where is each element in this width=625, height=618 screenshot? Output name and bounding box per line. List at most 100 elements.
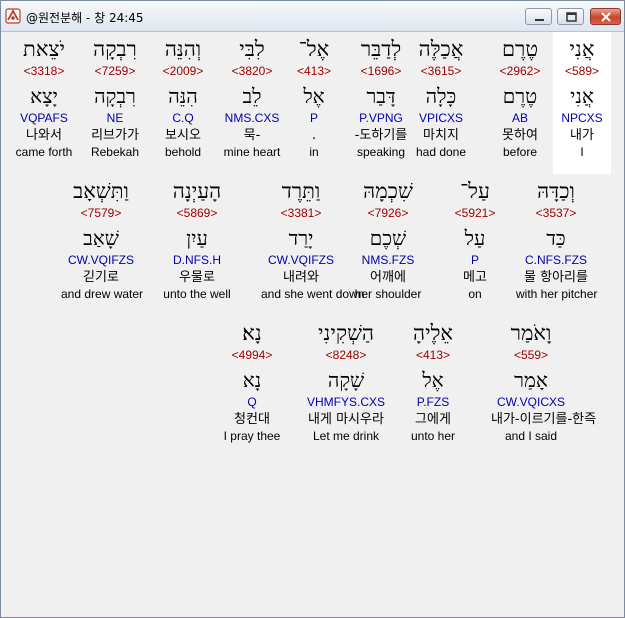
hebrew-word: הַשְׁקִינִי xyxy=(317,321,375,345)
korean-gloss: 긷기로 xyxy=(83,270,119,285)
korean-gloss: 내가-이르기를-한즉 xyxy=(491,412,597,427)
word-column[interactable]: לִבִּי <3820> לֵב NMS.CXS 묵-mine heart xyxy=(212,35,292,160)
word-column[interactable]: אֲנִי <589> אֲנִי NPCXS 내가 I xyxy=(553,32,611,174)
korean-gloss: 보시오 xyxy=(165,128,201,143)
korean-gloss: 어깨에 xyxy=(370,270,406,285)
minimize-button[interactable] xyxy=(525,8,552,25)
lemma-word: אֲנִי xyxy=(570,84,594,108)
lemma-word: לֵב xyxy=(242,84,262,108)
english-gloss: behold xyxy=(164,145,202,159)
korean-gloss: 청컨대 xyxy=(234,412,270,427)
strong-number: <5921> xyxy=(454,206,496,220)
korean-gloss: 묵- xyxy=(243,128,261,143)
korean-gloss: 그에게 xyxy=(415,412,451,427)
english-gloss: before xyxy=(502,145,538,159)
strong-number: <3381> xyxy=(280,206,322,220)
morphology-code: Q xyxy=(247,395,257,409)
word-column[interactable]: הָעַיְנָה <5869> עַיִן D.NFS.H 우물로 unto the w… xyxy=(157,177,237,302)
word-column[interactable]: עַל־ <5921> עַל P 메고 on xyxy=(435,177,515,302)
lemma-word: אָמַר xyxy=(514,368,548,392)
english-gloss: came forth xyxy=(15,145,73,159)
morphology-code: CW.VQIFZS xyxy=(68,253,134,267)
strong-number: <2009> xyxy=(162,64,204,78)
hebrew-word: רִבְקָה xyxy=(93,37,137,61)
morphology-code: CW.VQICXS xyxy=(496,395,565,409)
morphology-code: NMS.CXS xyxy=(224,111,280,125)
korean-gloss: 우물로 xyxy=(179,270,215,285)
word-column[interactable]: הַשְׁקִינִי <8248> שָׁקָה VHMFYS.CXS 내게 마시우라… xyxy=(306,319,386,444)
lemma-word: רִבְקָה xyxy=(94,84,136,108)
strong-number: <8248> xyxy=(325,348,367,362)
morphology-code: AB xyxy=(511,111,528,125)
strong-number: <3537> xyxy=(535,206,577,220)
title-bar[interactable]: @원전분해 - 창 24:45 xyxy=(1,1,624,32)
morphology-code: CW.VQIFZS xyxy=(268,253,334,267)
morphology-code: NMS.FZS xyxy=(361,253,415,267)
hebrew-word: אֵלֶיהָ xyxy=(412,321,453,345)
lemma-word: שָׁאַב xyxy=(83,226,119,250)
korean-gloss: 리브가가 xyxy=(91,128,139,143)
word-column[interactable]: וְהִנֵּה <2009> הִנֵּה C.Q 보시오 behold xyxy=(143,35,223,160)
english-gloss: with her pitcher xyxy=(516,287,598,301)
english-gloss: and drew water xyxy=(61,287,144,301)
word-column[interactable]: וַתִּשְׁאָב <7579> שָׁאַב CW.VQIFZS 긷기로 and d… xyxy=(61,177,144,302)
english-gloss: on xyxy=(468,287,482,301)
strong-number: <559> xyxy=(513,348,549,362)
maximize-button[interactable] xyxy=(557,8,584,25)
english-gloss: Rebekah xyxy=(90,145,140,159)
morphology-code: C.Q xyxy=(172,111,194,125)
english-gloss: Let me drink xyxy=(312,429,380,443)
hebrew-word: יֹצֵאת xyxy=(23,37,65,61)
hebrew-word: וַתִּשְׁאָב xyxy=(73,179,129,203)
app-window: @원전분해 - 창 24:45 אֲנִי <589> אֲנִי NPCXS 내가 I ט… xyxy=(0,0,625,618)
korean-gloss: 내가 xyxy=(570,128,594,143)
word-column[interactable]: וַתֵּרֶד <3381> יָרַד CW.VQIFZS 내려와 and she w… xyxy=(261,177,364,302)
morphology-code: VQPAFS xyxy=(20,111,68,125)
lemma-word: שָׁקָה xyxy=(327,368,365,392)
hebrew-word: אֲנִי xyxy=(569,37,595,61)
morphology-code: D.NFS.H xyxy=(173,253,221,267)
korean-gloss: 메고 xyxy=(463,270,487,285)
hebrew-word: שִׁכְמָהּ xyxy=(363,179,413,203)
hebrew-word: לִבִּי xyxy=(239,37,265,61)
english-gloss: unto the well xyxy=(163,287,231,301)
lemma-word: עַיִן xyxy=(186,226,208,250)
word-column[interactable]: רִבְקָה <7259> רִבְקָה NE 리브가가 Rebekah xyxy=(75,35,155,160)
hebrew-word: טֶרֶם xyxy=(501,37,539,61)
word-column[interactable]: וְכַדָּהּ <3537> כַּד C.NFS.FZS 물 항아리를 with h… xyxy=(516,177,598,302)
window-title: @원전분해 - 창 24:45 xyxy=(26,11,144,25)
word-column[interactable]: וָאֹמַר <559> אָמַר CW.VQICXS 내가-이르기를-한즉 and … xyxy=(491,319,597,444)
hebrew-word: וַתֵּרֶד xyxy=(281,179,321,203)
lemma-word: הִנֵּה xyxy=(168,84,198,108)
strong-number: <2962> xyxy=(499,64,541,78)
korean-gloss: 못하여 xyxy=(502,128,538,143)
word-column[interactable]: יֹצֵאת <3318> יָצָא VQPAFS 나와서 came forth xyxy=(4,35,84,160)
word-column[interactable]: שִׁכְמָהּ <7926> שְׁכֶם NMS.FZS 어깨에 her shoul… xyxy=(348,177,428,302)
lemma-word: נָא xyxy=(242,368,262,392)
lemma-word: יָרַד xyxy=(288,226,314,250)
hebrew-word: וָאֹמַר xyxy=(510,321,552,345)
korean-gloss: 내게 마시우라 xyxy=(308,412,384,427)
hebrew-word: עַל־ xyxy=(460,179,490,203)
strong-number: <7579> xyxy=(80,206,122,220)
hebrew-word: וְכַדָּהּ xyxy=(537,179,575,203)
strong-number: <4994> xyxy=(231,348,273,362)
strong-number: <5869> xyxy=(176,206,218,220)
morphology-code: NE xyxy=(106,111,124,125)
app-icon[interactable] xyxy=(5,8,21,24)
english-gloss: and I said xyxy=(504,429,558,443)
close-icon xyxy=(601,12,611,22)
strong-number: <3318> xyxy=(23,64,65,78)
word-column[interactable]: אֵלֶיהָ <413> אֶל P.FZS 그에게 unto her xyxy=(393,319,473,444)
minimize-icon xyxy=(535,19,544,21)
maximize-icon xyxy=(566,12,577,22)
close-button[interactable] xyxy=(590,8,621,25)
word-column[interactable]: נָא׃ <4994> נָא Q 청컨대 I pray thee xyxy=(212,319,292,444)
morphology-code: VHMFYS.CXS xyxy=(306,395,385,409)
hebrew-word: הָעַיְנָה xyxy=(172,179,222,203)
lemma-word: טֶרֶם xyxy=(502,84,538,108)
word-column[interactable]: טֶרֶם <2962> טֶרֶם AB 못하여 before xyxy=(480,35,560,160)
korean-gloss: 물 항아리를 xyxy=(524,270,588,285)
morphology-code: P xyxy=(470,253,479,267)
hebrew-word: נָא׃ xyxy=(242,321,262,345)
